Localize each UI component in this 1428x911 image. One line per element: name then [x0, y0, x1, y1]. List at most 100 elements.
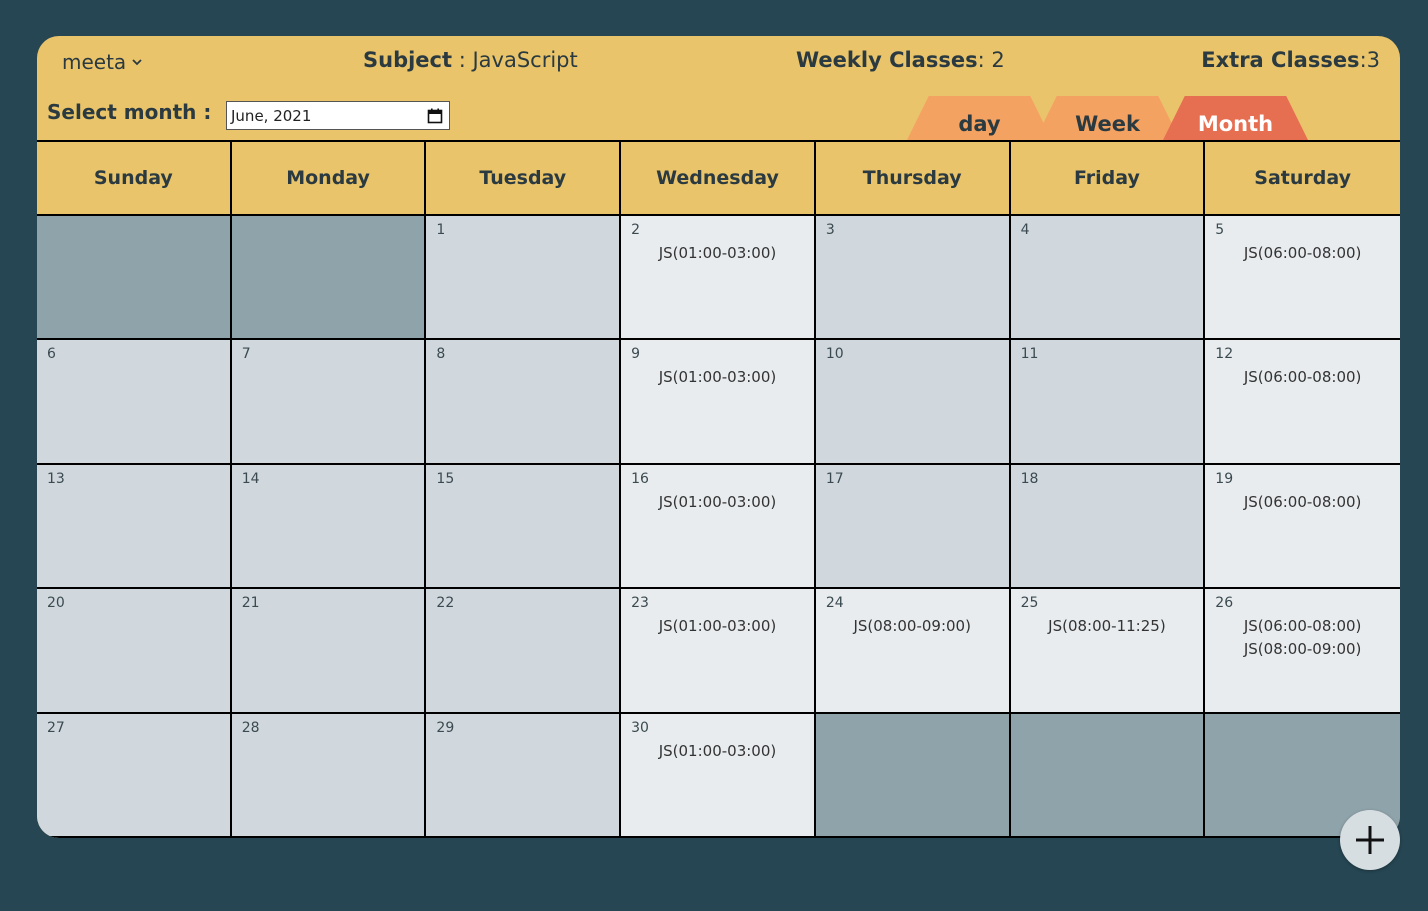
day-number: 4: [1020, 222, 1030, 238]
class-event[interactable]: JS(08:00-09:00): [826, 615, 999, 638]
day-cell[interactable]: 19 JS(06:00-08:00): [1205, 464, 1400, 590]
day-number: 16: [631, 470, 649, 487]
class-event[interactable]: JS(01:00-03:00): [631, 242, 804, 265]
day-cell[interactable]: 17: [815, 464, 1011, 590]
weekday-header-friday: Friday: [1010, 142, 1206, 216]
day-cell[interactable]: 23 JS(01:00-03:00): [621, 589, 816, 714]
event-list: JS(08:00-11:25): [1021, 615, 1204, 638]
day-cell[interactable]: 1: [426, 216, 622, 341]
day-number: 15: [436, 470, 455, 487]
day-cell[interactable]: 4: [1010, 216, 1206, 341]
extra-classes-value: :3: [1359, 48, 1380, 72]
day-cell[interactable]: 6: [37, 340, 232, 465]
weekday-header-thursday: Thursday: [815, 142, 1011, 216]
day-number: 29: [436, 719, 455, 736]
class-event[interactable]: JS(01:00-03:00): [631, 491, 804, 514]
day-number: 23: [631, 595, 649, 612]
class-event[interactable]: JS(01:00-03:00): [631, 615, 804, 638]
day-number: 18: [1020, 470, 1039, 487]
day-number: 21: [241, 595, 260, 612]
day-cell[interactable]: 14: [231, 464, 427, 590]
day-cell[interactable]: 5 JS(06:00-08:00): [1205, 216, 1400, 341]
class-event[interactable]: JS(01:00-03:00): [631, 366, 804, 389]
day-cell[interactable]: 27: [37, 713, 232, 838]
weekly-classes-label: Weekly Classes: [796, 48, 978, 72]
day-cell[interactable]: 20: [37, 589, 232, 714]
event-list: JS(06:00-08:00): [1215, 366, 1400, 389]
day-cell[interactable]: 25 JS(08:00-11:25): [1010, 589, 1206, 714]
user-menu[interactable]: meeta: [62, 50, 144, 74]
day-number: 24: [825, 595, 844, 612]
calendar-icon[interactable]: [427, 108, 443, 124]
subject-info: Subject : JavaScript: [363, 48, 578, 72]
day-number: 20: [47, 595, 65, 612]
day-number: 9: [631, 346, 641, 363]
day-cell[interactable]: 21: [231, 589, 427, 714]
weekly-classes-value: : 2: [977, 48, 1005, 72]
event-list: JS(06:00-08:00): [1215, 242, 1400, 265]
day-number: 17: [825, 470, 844, 487]
weekday-header-tuesday: Tuesday: [426, 142, 622, 216]
class-event[interactable]: JS(06:00-08:00): [1215, 491, 1390, 514]
weekday-header-monday: Monday: [231, 142, 427, 216]
chevron-down-icon: [132, 59, 142, 66]
user-name: meeta: [62, 50, 127, 74]
day-cell[interactable]: 11: [1010, 340, 1206, 465]
day-number: 26: [1215, 595, 1234, 612]
day-cell[interactable]: 29: [426, 713, 622, 838]
tab-week[interactable]: Week: [1035, 96, 1180, 140]
day-cell[interactable]: 7: [231, 340, 427, 465]
class-event[interactable]: JS(06:00-08:00): [1215, 366, 1390, 389]
month-grid: Sunday Monday Tuesday Wednesday Thursday Frid…: [37, 140, 1400, 838]
class-event[interactable]: JS(08:00-09:00): [1215, 638, 1390, 661]
day-cell[interactable]: 22: [426, 589, 622, 714]
day-cell[interactable]: 28: [231, 713, 427, 838]
tab-month[interactable]: Month: [1163, 96, 1308, 140]
day-cell[interactable]: 8: [426, 340, 622, 465]
day-cell[interactable]: 2 JS(01:00-03:00): [621, 216, 816, 341]
day-cell[interactable]: 18: [1010, 464, 1206, 590]
top-bar: meeta Subject : JavaScript Weekly Classe…: [37, 36, 1400, 92]
day-cell-outside-month: [815, 713, 1011, 838]
month-picker-input[interactable]: June, 2021: [226, 101, 450, 130]
day-cell[interactable]: 13: [37, 464, 232, 590]
weekly-classes-info: Weekly Classes: 2: [796, 48, 1005, 72]
day-cell[interactable]: 30 JS(01:00-03:00): [621, 713, 816, 838]
day-cell[interactable]: 3: [815, 216, 1011, 341]
event-list: JS(01:00-03:00): [631, 366, 814, 389]
day-cell[interactable]: 9 JS(01:00-03:00): [621, 340, 816, 465]
day-number: 1: [436, 222, 446, 238]
day-number: 12: [1215, 346, 1234, 363]
add-class-button[interactable]: [1340, 810, 1400, 870]
day-number: 22: [436, 595, 455, 612]
calendar-card: meeta Subject : JavaScript Weekly Classe…: [37, 36, 1400, 838]
class-event[interactable]: JS(06:00-08:00): [1215, 615, 1390, 638]
day-cell[interactable]: 26 JS(06:00-08:00) JS(08:00-09:00): [1205, 589, 1400, 714]
day-cell[interactable]: 24 JS(08:00-09:00): [815, 589, 1011, 714]
day-cell[interactable]: 12 JS(06:00-08:00): [1205, 340, 1400, 465]
day-cell[interactable]: 10: [815, 340, 1011, 465]
day-number: 11: [1020, 346, 1039, 363]
day-number: 30: [631, 719, 649, 736]
tab-day[interactable]: day: [907, 96, 1052, 140]
event-list: JS(06:00-08:00) JS(08:00-09:00): [1215, 615, 1400, 661]
class-event[interactable]: JS(06:00-08:00): [1215, 242, 1390, 265]
day-number: 2: [631, 222, 641, 238]
class-event[interactable]: JS(01:00-03:00): [631, 740, 804, 763]
event-list: JS(06:00-08:00): [1215, 491, 1400, 514]
day-cell[interactable]: 15: [426, 464, 622, 590]
day-number: 6: [47, 346, 56, 363]
day-number: 28: [241, 719, 260, 736]
class-event[interactable]: JS(08:00-11:25): [1021, 615, 1194, 638]
day-number: 19: [1215, 470, 1234, 487]
day-number: 10: [825, 346, 844, 363]
day-number: 25: [1020, 595, 1039, 612]
event-list: JS(01:00-03:00): [631, 615, 814, 638]
day-number: 8: [436, 346, 446, 363]
weekday-header-sunday: Sunday: [37, 142, 232, 216]
day-number: 27: [47, 719, 65, 736]
day-cell[interactable]: 16 JS(01:00-03:00): [621, 464, 816, 590]
plus-icon: [1356, 826, 1384, 854]
weekday-header-wednesday: Wednesday: [621, 142, 816, 216]
month-picker-value: June, 2021: [231, 106, 312, 125]
